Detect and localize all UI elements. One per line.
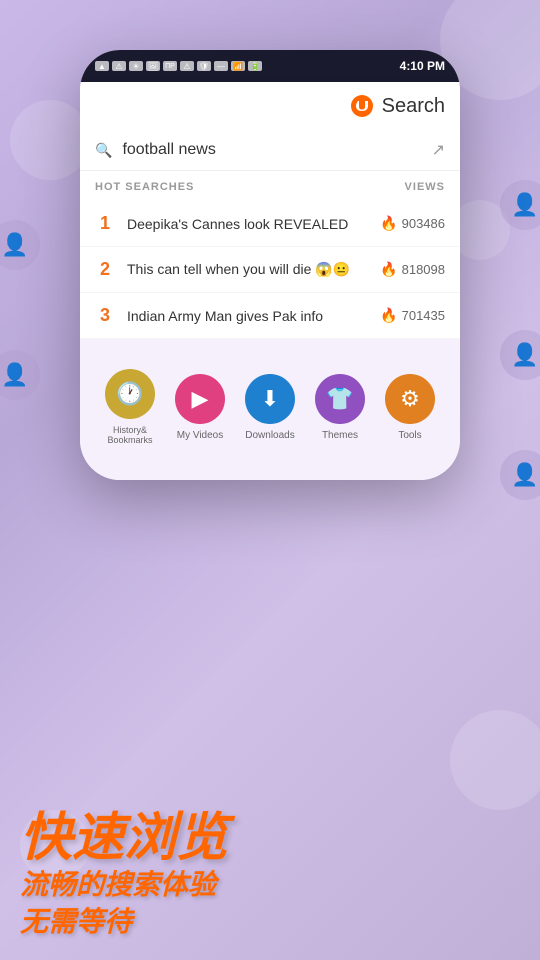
tools-label: Tools bbox=[398, 430, 421, 441]
minus-icon: — bbox=[214, 61, 228, 71]
rank-3: 3 bbox=[95, 305, 115, 326]
history-icon: 🕐 bbox=[116, 381, 143, 407]
view-count-2: 818098 bbox=[402, 262, 445, 277]
title-2: This can tell when you will die 😱😐 bbox=[127, 261, 368, 278]
battery-icon: 🔋 bbox=[248, 61, 262, 71]
hot-search-item-3[interactable]: 3 Indian Army Man gives Pak info 🔥 70143… bbox=[80, 293, 460, 339]
uc-logo-icon bbox=[350, 94, 374, 118]
hot-searches-label: HOT SEARCHES bbox=[95, 181, 194, 193]
themes-label: Themes bbox=[322, 430, 358, 441]
download-icon: ⬇ bbox=[261, 386, 279, 412]
view-count-1: 903486 bbox=[402, 216, 445, 231]
signal-icon: ▲ bbox=[95, 61, 109, 71]
search-input-value[interactable]: football news bbox=[122, 141, 421, 159]
deco-avatar-right-2: 👤 bbox=[500, 330, 540, 380]
fire-icon-2: 🔥 bbox=[380, 261, 397, 278]
themes-icon: 👕 bbox=[326, 386, 353, 412]
hot-search-item-1[interactable]: 1 Deepika's Cannes look REVEALED 🔥 90348… bbox=[80, 201, 460, 247]
warning-icon: ⚠ bbox=[112, 61, 126, 71]
chinese-sub-text-2: 无需等待 bbox=[20, 904, 228, 940]
chinese-sub-text-1: 流畅的搜索体验 bbox=[20, 867, 228, 903]
quick-item-tools[interactable]: ⚙ Tools bbox=[385, 374, 435, 441]
deco-avatar-left-1: 👤 bbox=[0, 220, 40, 270]
hot-search-item-2[interactable]: 2 This can tell when you will die 😱😐 🔥 8… bbox=[80, 247, 460, 293]
views-3: 🔥 701435 bbox=[380, 307, 445, 324]
search-magnifier-icon: 🔍 bbox=[95, 142, 112, 159]
phone-mockup: ▲ ⚠ ☀ 🖼 ΠP ⚠ 🛡 — 📶 🔋 4:10 PM Se bbox=[80, 50, 460, 480]
deco-avatar-left-2: 👤 bbox=[0, 350, 40, 400]
hot-searches-panel: HOT SEARCHES VIEWS 1 Deepika's Cannes lo… bbox=[80, 171, 460, 339]
chinese-text-overlay: 快速浏览 流畅的搜索体验 无需等待 bbox=[20, 810, 228, 940]
phone-frame: ▲ ⚠ ☀ 🖼 ΠP ⚠ 🛡 — 📶 🔋 4:10 PM Se bbox=[80, 50, 460, 480]
status-bar: ▲ ⚠ ☀ 🖼 ΠP ⚠ 🛡 — 📶 🔋 4:10 PM bbox=[80, 50, 460, 82]
wifi-icon: 📶 bbox=[231, 61, 245, 71]
search-header: Search bbox=[80, 82, 460, 130]
status-time: 4:10 PM bbox=[400, 59, 445, 73]
phone-bottom-area: 🕐 History&Bookmarks ▶ My Videos ⬇ bbox=[80, 339, 460, 480]
play-icon: ▶ bbox=[192, 386, 209, 412]
chinese-main-text: 快速浏览 bbox=[20, 810, 228, 867]
tools-icon-circle: ⚙ bbox=[385, 374, 435, 424]
np-icon: ΠP bbox=[163, 61, 177, 71]
downloads-label: Downloads bbox=[245, 430, 294, 441]
quick-access-bar: 🕐 History&Bookmarks ▶ My Videos ⬇ bbox=[95, 359, 445, 455]
image-icon: 🖼 bbox=[146, 61, 160, 71]
quick-item-history[interactable]: 🕐 History&Bookmarks bbox=[105, 369, 155, 445]
alert-icon: ⚠ bbox=[180, 61, 194, 71]
rank-2: 2 bbox=[95, 259, 115, 280]
search-input-area[interactable]: 🔍 football news ↗ bbox=[80, 130, 460, 171]
quick-item-videos[interactable]: ▶ My Videos bbox=[175, 374, 225, 441]
fire-icon-3: 🔥 bbox=[380, 307, 397, 324]
title-3: Indian Army Man gives Pak info bbox=[127, 308, 368, 324]
views-2: 🔥 818098 bbox=[380, 261, 445, 278]
tools-icon: ⚙ bbox=[400, 386, 420, 412]
search-label: Search bbox=[382, 95, 445, 118]
downloads-icon-circle: ⬇ bbox=[245, 374, 295, 424]
arrow-icon: ↗ bbox=[432, 140, 445, 160]
title-1: Deepika's Cannes look REVEALED bbox=[127, 216, 368, 232]
search-button[interactable]: Search bbox=[350, 94, 445, 118]
rank-1: 1 bbox=[95, 213, 115, 234]
view-count-3: 701435 bbox=[402, 308, 445, 323]
videos-label: My Videos bbox=[177, 430, 224, 441]
videos-icon-circle: ▶ bbox=[175, 374, 225, 424]
history-icon-circle: 🕐 bbox=[105, 369, 155, 419]
status-icons-left: ▲ ⚠ ☀ 🖼 ΠP ⚠ 🛡 — 📶 🔋 bbox=[95, 61, 262, 71]
shield-icon: 🛡 bbox=[197, 61, 211, 71]
history-label: History&Bookmarks bbox=[107, 425, 152, 445]
views-label: VIEWS bbox=[405, 181, 445, 193]
quick-item-downloads[interactable]: ⬇ Downloads bbox=[245, 374, 295, 441]
views-1: 🔥 903486 bbox=[380, 215, 445, 232]
deco-avatar-right-3: 👤 bbox=[500, 450, 540, 500]
hot-searches-header: HOT SEARCHES VIEWS bbox=[80, 171, 460, 201]
quick-item-themes[interactable]: 👕 Themes bbox=[315, 374, 365, 441]
fire-icon-1: 🔥 bbox=[380, 215, 397, 232]
themes-icon-circle: 👕 bbox=[315, 374, 365, 424]
brightness-icon: ☀ bbox=[129, 61, 143, 71]
